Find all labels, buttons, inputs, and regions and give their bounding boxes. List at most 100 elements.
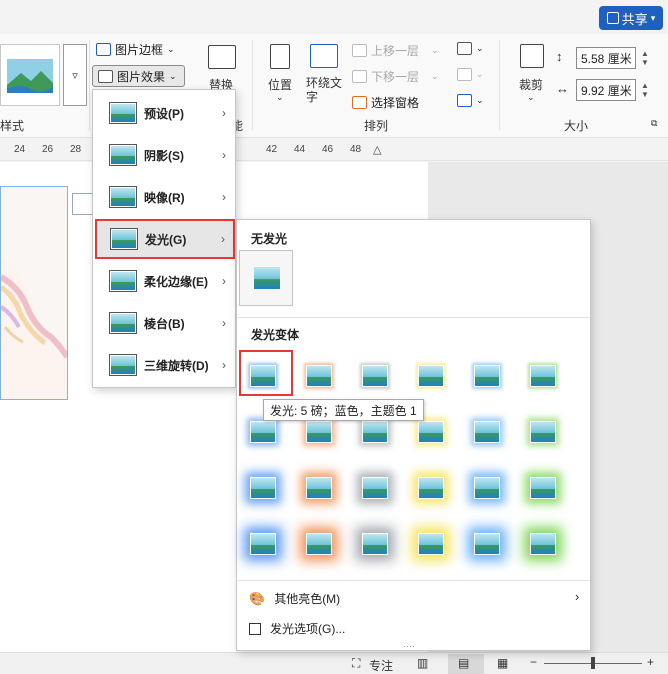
glow-variant-option[interactable] — [299, 524, 339, 564]
chevron-down-icon: ⌄ — [431, 45, 439, 55]
3d-rotation-icon — [109, 354, 137, 376]
chevron-right-icon: › — [222, 190, 226, 204]
bring-forward-label: 上移一层 — [371, 44, 420, 58]
right-indent-marker-icon[interactable]: △ — [373, 143, 381, 156]
position-icon — [270, 44, 290, 69]
status-bar: ⛶ 专注 ▥ ▤ ▦ − + — [0, 652, 668, 674]
read-mode-icon[interactable]: ▥ — [417, 656, 428, 670]
group-objects-icon — [457, 68, 472, 81]
bevel-icon — [109, 312, 137, 334]
menu-item-3d-rotation[interactable]: 三维旋转(D) › — [96, 345, 234, 385]
align-button[interactable]: ⌄ — [457, 42, 484, 55]
glow-variant-option[interactable] — [523, 468, 563, 508]
wrap-text-button[interactable]: 环绕文字 — [306, 76, 346, 104]
glow-variant-option[interactable] — [243, 524, 283, 564]
web-layout-icon[interactable]: ▦ — [497, 656, 508, 670]
zoom-slider-thumb[interactable] — [591, 657, 595, 669]
chevron-right-icon: › — [221, 232, 225, 246]
selected-picture[interactable] — [0, 186, 68, 400]
menu-item-shadow[interactable]: 阴影(S) › — [96, 135, 234, 175]
glow-variant-option[interactable] — [355, 468, 395, 508]
picture-effects-menu: 预设(P) › 阴影(S) › 映像(R) › 发光(G) › 柔化边缘(E) … — [92, 89, 236, 388]
crop-button[interactable]: 裁剪 — [519, 76, 543, 93]
send-backward-button[interactable]: 下移一层 ⌄ — [352, 68, 439, 85]
chevron-down-icon: ⌄ — [527, 92, 535, 102]
width-input[interactable]: 9.92 厘米 — [576, 79, 636, 101]
picture-thumbnail — [474, 365, 500, 387]
menu-item-bevel[interactable]: 棱台(B) › — [96, 303, 234, 343]
resize-grip-icon[interactable]: ···· — [403, 641, 415, 651]
share-button[interactable]: 共享 ▾ — [599, 6, 663, 30]
glow-variant-option[interactable] — [467, 468, 507, 508]
group-objects-button[interactable]: ⌄ — [457, 68, 484, 81]
chevron-down-icon: ⌄ — [476, 69, 484, 79]
styles-gallery-dropdown[interactable]: ▿ — [63, 44, 87, 106]
glow-variant-option[interactable] — [467, 412, 507, 452]
glow-variant-option[interactable] — [411, 468, 451, 508]
styles-group-label: 样式 — [0, 119, 25, 133]
no-glow-heading: 无发光 — [251, 232, 288, 246]
picture-effects-button[interactable]: 图片效果 ⌄ — [92, 65, 185, 87]
glow-variant-option[interactable] — [355, 524, 395, 564]
bring-forward-button[interactable]: 上移一层 ⌄ — [352, 42, 439, 59]
reflection-icon — [109, 186, 137, 208]
glow-variant-option[interactable] — [299, 356, 339, 396]
glow-variant-option[interactable] — [467, 356, 507, 396]
glow-icon — [110, 228, 138, 250]
dialog-launcher-icon[interactable]: ⧉ — [651, 118, 657, 129]
height-spinner[interactable]: ▲ ▼ — [641, 49, 649, 67]
palette-icon: 🎨 — [249, 590, 266, 606]
menu-item-preset[interactable]: 预设(P) › — [96, 93, 234, 133]
position-button[interactable]: 位置 — [268, 76, 292, 93]
picture-thumbnail — [254, 267, 280, 289]
picture-border-button[interactable]: 图片边框 ⌄ — [96, 41, 175, 58]
chevron-down-icon: ⌄ — [167, 44, 175, 54]
no-glow-option[interactable] — [239, 250, 293, 306]
focus-mode-button[interactable]: 专注 — [369, 657, 393, 674]
rotate-button[interactable]: ⌄ — [457, 94, 484, 107]
preset-icon — [109, 102, 137, 124]
picture-style-thumbnail[interactable] — [0, 44, 60, 106]
menu-item-soft-edges[interactable]: 柔化边缘(E) › — [96, 261, 234, 301]
glow-variant-option[interactable] — [523, 356, 563, 396]
height-input[interactable]: 5.58 厘米 — [576, 47, 636, 69]
glow-variant-option[interactable] — [243, 468, 283, 508]
glow-variant-option[interactable] — [467, 524, 507, 564]
width-spinner[interactable]: ▲ ▼ — [641, 81, 649, 99]
rotate-icon — [457, 94, 472, 107]
layout-options-icon[interactable] — [72, 193, 94, 215]
menu-item-glow[interactable]: 发光(G) › — [95, 219, 235, 259]
picture-thumbnail — [418, 421, 444, 443]
glow-options-item[interactable]: 发光选项(G)... — [249, 620, 345, 637]
glow-variant-option[interactable] — [299, 468, 339, 508]
glow-variant-option[interactable] — [523, 524, 563, 564]
selection-pane-button[interactable]: 选择窗格 — [352, 94, 419, 111]
menu-item-label: 映像(R) — [144, 190, 185, 205]
ruler-number: 44 — [294, 144, 306, 155]
glow-variant-option[interactable] — [411, 356, 451, 396]
more-glow-colors-label: 其他亮色(M) — [274, 592, 341, 606]
ruler-number: 42 — [266, 144, 278, 155]
glow-options-checkbox-icon — [249, 622, 261, 635]
picture-effects-icon — [98, 69, 113, 83]
menu-item-label: 柔化边缘(E) — [144, 274, 208, 289]
zoom-in-button[interactable]: + — [647, 655, 654, 669]
width-value: 9.92 厘米 — [581, 83, 632, 98]
glow-variant-option[interactable] — [355, 356, 395, 396]
focus-mode-icon: ⛶ — [352, 656, 361, 670]
chevron-right-icon: › — [222, 316, 226, 330]
picture-style-preview — [7, 59, 53, 93]
menu-item-reflection[interactable]: 映像(R) › — [96, 177, 234, 217]
glow-variant-option[interactable] — [523, 412, 563, 452]
glow-variant-option[interactable] — [411, 524, 451, 564]
menu-item-label: 三维旋转(D) — [144, 358, 209, 373]
picture-thumbnail — [474, 477, 500, 499]
ruler-number: 46 — [322, 144, 334, 155]
zoom-out-button[interactable]: − — [530, 655, 537, 669]
ruler-number: 48 — [350, 144, 362, 155]
share-label: 共享 — [621, 11, 648, 27]
selection-pane-icon — [352, 96, 367, 109]
glow-submenu: 无发光 发光变体 发光: 5 磅；蓝色，主题色 1 🎨 其他亮色(M) › 发光… — [236, 219, 591, 651]
more-glow-colors-item[interactable]: 🎨 其他亮色(M) — [249, 590, 340, 607]
ruler-number: 26 — [42, 144, 54, 155]
